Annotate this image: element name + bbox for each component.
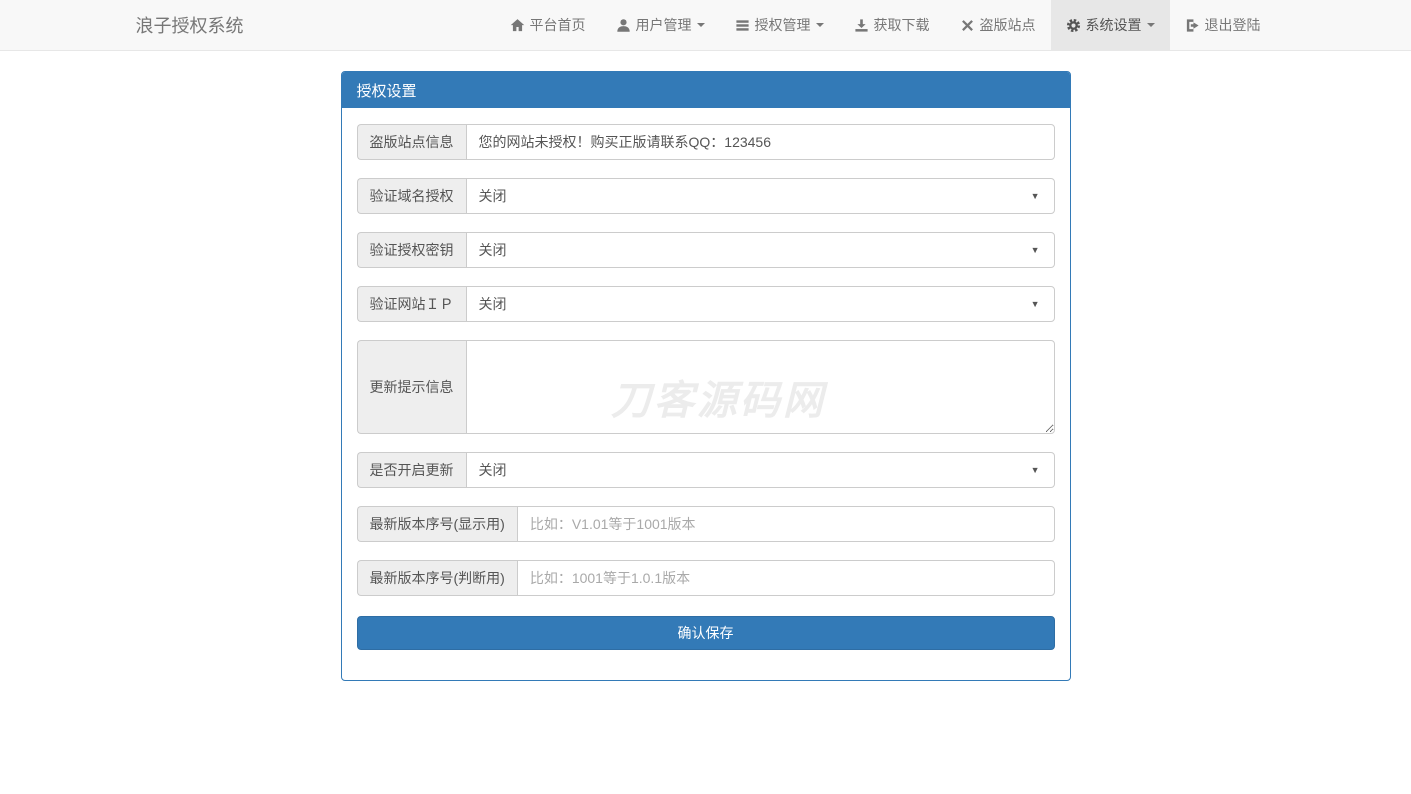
nav-item-user-management[interactable]: 用户管理 xyxy=(601,0,720,50)
panel-body: 盗版站点信息 验证域名授权 关闭 ▼ 验证授权密钥 关闭 ▼ xyxy=(342,108,1070,680)
brand-title[interactable]: 浪子授权系统 xyxy=(136,0,259,50)
home-icon xyxy=(510,18,525,33)
nav-item-label: 盗版站点 xyxy=(980,15,1036,35)
chevron-down-icon xyxy=(816,23,824,27)
version-judge-input[interactable] xyxy=(517,560,1055,596)
nav-item-pirate-sites[interactable]: 盗版站点 xyxy=(945,0,1051,50)
select-value: 关闭 xyxy=(479,294,1031,314)
nav-item-label: 平台首页 xyxy=(530,15,586,35)
field-label: 验证网站ＩＰ xyxy=(357,286,466,322)
select-value: 关闭 xyxy=(479,240,1031,260)
nav-item-system-settings[interactable]: 系统设置 xyxy=(1051,0,1170,50)
gear-icon xyxy=(1066,18,1081,33)
select-arrow-icon: ▼ xyxy=(1031,191,1040,201)
pirate-info-input[interactable] xyxy=(466,124,1055,160)
download-icon xyxy=(854,18,869,33)
list-icon xyxy=(735,18,750,33)
navbar-spacer xyxy=(259,0,495,50)
nav-item-label: 系统设置 xyxy=(1086,15,1142,35)
field-wrap xyxy=(517,506,1055,542)
nav-item-get-download[interactable]: 获取下载 xyxy=(839,0,945,50)
field-wrap: 关闭 ▼ xyxy=(466,286,1055,322)
nav-item-license-management[interactable]: 授权管理 xyxy=(720,0,839,50)
nav-item-platform-home[interactable]: 平台首页 xyxy=(495,0,601,50)
verify-ip-select[interactable]: 关闭 ▼ xyxy=(466,286,1055,322)
navbar-menu: 平台首页 用户管理 授权管理 获取下载 xyxy=(495,0,1276,50)
nav-item-label: 退出登陆 xyxy=(1205,15,1261,35)
field-wrap xyxy=(517,560,1055,596)
form-row-pirate-info: 盗版站点信息 xyxy=(357,124,1055,160)
enable-update-select[interactable]: 关闭 ▼ xyxy=(466,452,1055,488)
select-arrow-icon: ▼ xyxy=(1031,245,1040,255)
form-row-enable-update: 是否开启更新 关闭 ▼ xyxy=(357,452,1055,488)
field-wrap: 关闭 ▼ xyxy=(466,232,1055,268)
nav-item-label: 授权管理 xyxy=(755,15,811,35)
navbar-container: 浪子授权系统 平台首页 用户管理 授权管理 xyxy=(121,0,1291,50)
top-navbar: 浪子授权系统 平台首页 用户管理 授权管理 xyxy=(0,0,1411,51)
update-message-textarea[interactable] xyxy=(466,340,1055,434)
close-icon xyxy=(960,18,975,33)
version-display-input[interactable] xyxy=(517,506,1055,542)
field-label: 验证授权密钥 xyxy=(357,232,466,268)
form-row-verify-key: 验证授权密钥 关闭 ▼ xyxy=(357,232,1055,268)
panel-title: 授权设置 xyxy=(342,72,1070,108)
field-label: 验证域名授权 xyxy=(357,178,466,214)
user-icon xyxy=(616,18,631,33)
select-arrow-icon: ▼ xyxy=(1031,465,1040,475)
field-wrap: 关闭 ▼ xyxy=(466,452,1055,488)
form-row-update-message: 更新提示信息 xyxy=(357,340,1055,434)
field-wrap xyxy=(466,340,1055,434)
field-label: 是否开启更新 xyxy=(357,452,466,488)
select-value: 关闭 xyxy=(479,460,1031,480)
settings-panel: 授权设置 盗版站点信息 验证域名授权 关闭 ▼ 验证授权密钥 关闭 xyxy=(341,71,1071,681)
verify-key-select[interactable]: 关闭 ▼ xyxy=(466,232,1055,268)
chevron-down-icon xyxy=(1147,23,1155,27)
nav-item-logout[interactable]: 退出登陆 xyxy=(1170,0,1276,50)
form-row-verify-ip: 验证网站ＩＰ 关闭 ▼ xyxy=(357,286,1055,322)
nav-item-label: 获取下载 xyxy=(874,15,930,35)
form-row-verify-domain: 验证域名授权 关闭 ▼ xyxy=(357,178,1055,214)
form-row-version-display: 最新版本序号(显示用) xyxy=(357,506,1055,542)
field-label: 更新提示信息 xyxy=(357,340,466,434)
field-label: 盗版站点信息 xyxy=(357,124,466,160)
form-row-version-judge: 最新版本序号(判断用) xyxy=(357,560,1055,596)
field-wrap: 关闭 ▼ xyxy=(466,178,1055,214)
select-value: 关闭 xyxy=(479,186,1031,206)
chevron-down-icon xyxy=(697,23,705,27)
sign-out-icon xyxy=(1185,18,1200,33)
save-button[interactable]: 确认保存 xyxy=(357,616,1055,650)
nav-item-label: 用户管理 xyxy=(636,15,692,35)
select-arrow-icon: ▼ xyxy=(1031,299,1040,309)
verify-domain-select[interactable]: 关闭 ▼ xyxy=(466,178,1055,214)
field-wrap xyxy=(466,124,1055,160)
field-label: 最新版本序号(显示用) xyxy=(357,506,517,542)
field-label: 最新版本序号(判断用) xyxy=(357,560,517,596)
